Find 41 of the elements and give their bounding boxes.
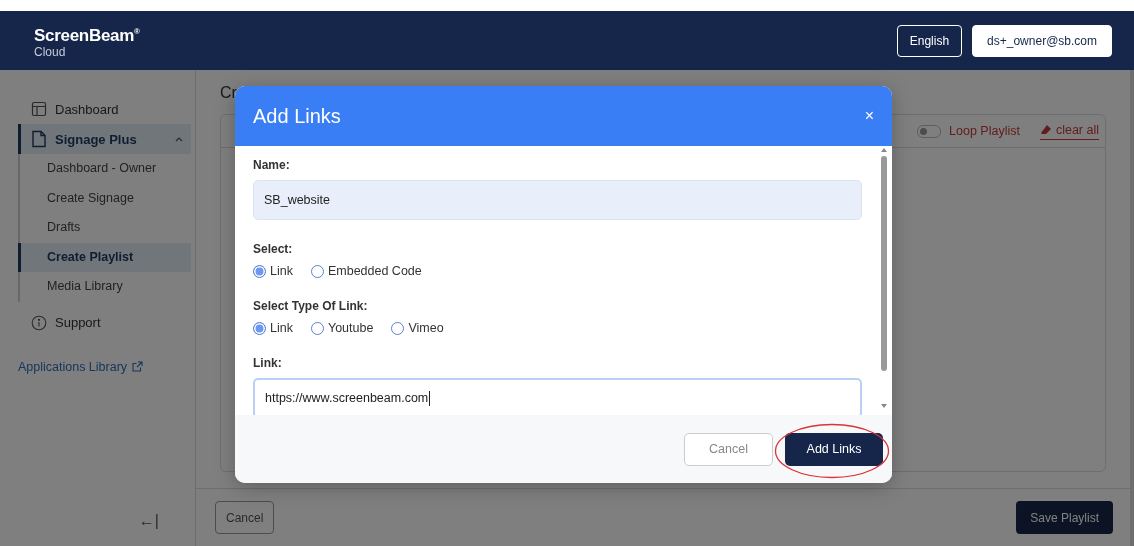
sidebar-subitem[interactable]: Drafts [18,213,191,243]
field-label: Name: [253,158,291,172]
loop-playlist-label: Loop Playlist [949,124,1020,138]
link-input[interactable]: https://www.screenbeam.com [253,378,862,415]
sidebar-subitem[interactable]: Media Library [18,272,191,302]
cancel-button[interactable]: Cancel [215,501,275,534]
account-button[interactable]: ds+_owner@sb.com [972,24,1112,57]
language-button[interactable]: English [896,24,963,57]
radio-option[interactable]: Embedded Code [310,264,422,278]
page-title: Cr [220,84,238,102]
close-button[interactable]: × [864,107,874,125]
loop-toggle[interactable] [917,124,942,138]
field-label: Select: [253,242,294,256]
sidebar-item[interactable]: Support [18,307,191,338]
collapse-sidebar-button[interactable]: ←| [138,512,159,530]
logo-text: ScreenBeam$^{®}$ [34,24,140,46]
cancel-button[interactable]: Cancel [684,432,773,466]
logo-subtitle: Cloud [34,45,67,60]
sidebar-item[interactable]: Dashboard [18,94,191,124]
layout-icon [31,101,47,117]
external-link-icon [132,361,144,372]
add-links-button[interactable]: Add Links [785,432,883,466]
radio-option[interactable]: Vimeo [391,321,444,335]
clear-all-link[interactable]: clear all [1039,122,1099,140]
info-icon [31,314,47,331]
field-label: Link: [253,356,283,370]
modal-title: Add Links [253,104,341,128]
name-input[interactable]: SB_website [253,180,862,220]
sidebar-subitem[interactable]: Dashboard - Owner [18,154,191,184]
file-icon [31,130,47,148]
sidebar-item[interactable]: Signage Plus [18,124,191,154]
radio-option[interactable]: Link [253,321,293,335]
eraser-icon [1039,123,1052,136]
chevron-icon [175,136,183,142]
radio-option[interactable]: Link [253,264,293,278]
field-label: Select Type Of Link: [253,299,369,313]
sidebar-subitem[interactable]: Create Signage [18,183,191,213]
applications-library-link[interactable]: Applications Library [18,359,128,374]
save-playlist-button[interactable]: Save Playlist [1016,501,1113,534]
radio-option[interactable]: Youtube [310,321,374,335]
sidebar-subitem[interactable]: Create Playlist [18,242,191,272]
